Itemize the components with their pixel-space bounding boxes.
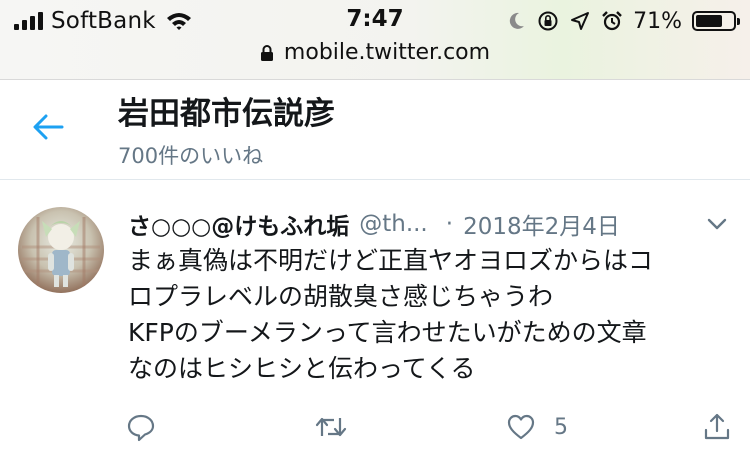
status-left: SoftBank [14,8,192,34]
tweet[interactable]: さ○○○@けもふれ垢 @th... · 2018年2月4日 まぁ真偽は不明だけど… [0,181,750,472]
page-title: 岩田都市伝説彦 [118,96,335,132]
tweet-text-line: まぁ真偽は不明だけど正直ヤオヨロズからはコ [128,246,654,275]
rotation-lock-icon [538,11,558,31]
tweet-header: さ○○○@けもふれ垢 @th... · 2018年2月4日 [128,207,736,241]
moon-icon [509,12,525,29]
url-text: mobile.twitter.com [283,40,491,65]
retweet-button[interactable] [314,409,348,445]
address-bar[interactable]: mobile.twitter.com [0,40,750,65]
share-icon [704,413,730,440]
reply-button[interactable] [126,409,156,445]
status-right: 71% [505,8,740,34]
lock-icon [260,44,273,61]
tweet-date[interactable]: 2018年2月4日 [463,207,620,241]
tweet-text-line: なのはヒシヒシと伝わってくる [128,354,476,383]
profile-header: 岩田都市伝説彦 700件のいいね [0,80,750,180]
separator-dot: · [445,211,454,237]
tweet-text: まぁ真偽は不明だけど正直ヤオヨロズからはコ ロプラレベルの胡散臭さ感じちゃうわ … [128,243,740,387]
signal-icon [14,12,43,30]
battery-icon [692,11,740,31]
status-bar: SoftBank 7:47 71% mobile.twitter.com [0,0,750,80]
wifi-icon [166,13,191,30]
avatar-image [22,217,100,287]
like-count: 5 [554,414,568,440]
tweet-text-line: ロプラレベルの胡散臭さ感じちゃうわ [128,282,554,311]
avatar[interactable] [18,207,104,293]
back-arrow-icon[interactable] [30,112,66,142]
alarm-icon [602,11,622,31]
author-name[interactable]: さ○○○@けもふれ垢 [128,207,349,241]
likes-count-subtitle: 700件のいいね [118,144,264,168]
author-handle[interactable]: @th... [359,211,428,237]
reply-icon [127,414,155,442]
battery-cap [737,18,740,25]
location-icon [571,12,590,30]
carrier-name: SoftBank [51,8,156,34]
tweet-actions: 5 [126,409,736,445]
battery-percent: 71% [633,8,682,34]
share-button[interactable] [702,409,732,445]
tweet-text-line: KFPのブーメランって言わせたいがための文章 [128,318,647,347]
heart-icon [507,414,535,440]
like-button[interactable]: 5 [506,409,568,445]
retweet-icon [315,417,347,437]
chevron-down-icon[interactable] [706,213,728,235]
battery-fill [696,15,722,27]
